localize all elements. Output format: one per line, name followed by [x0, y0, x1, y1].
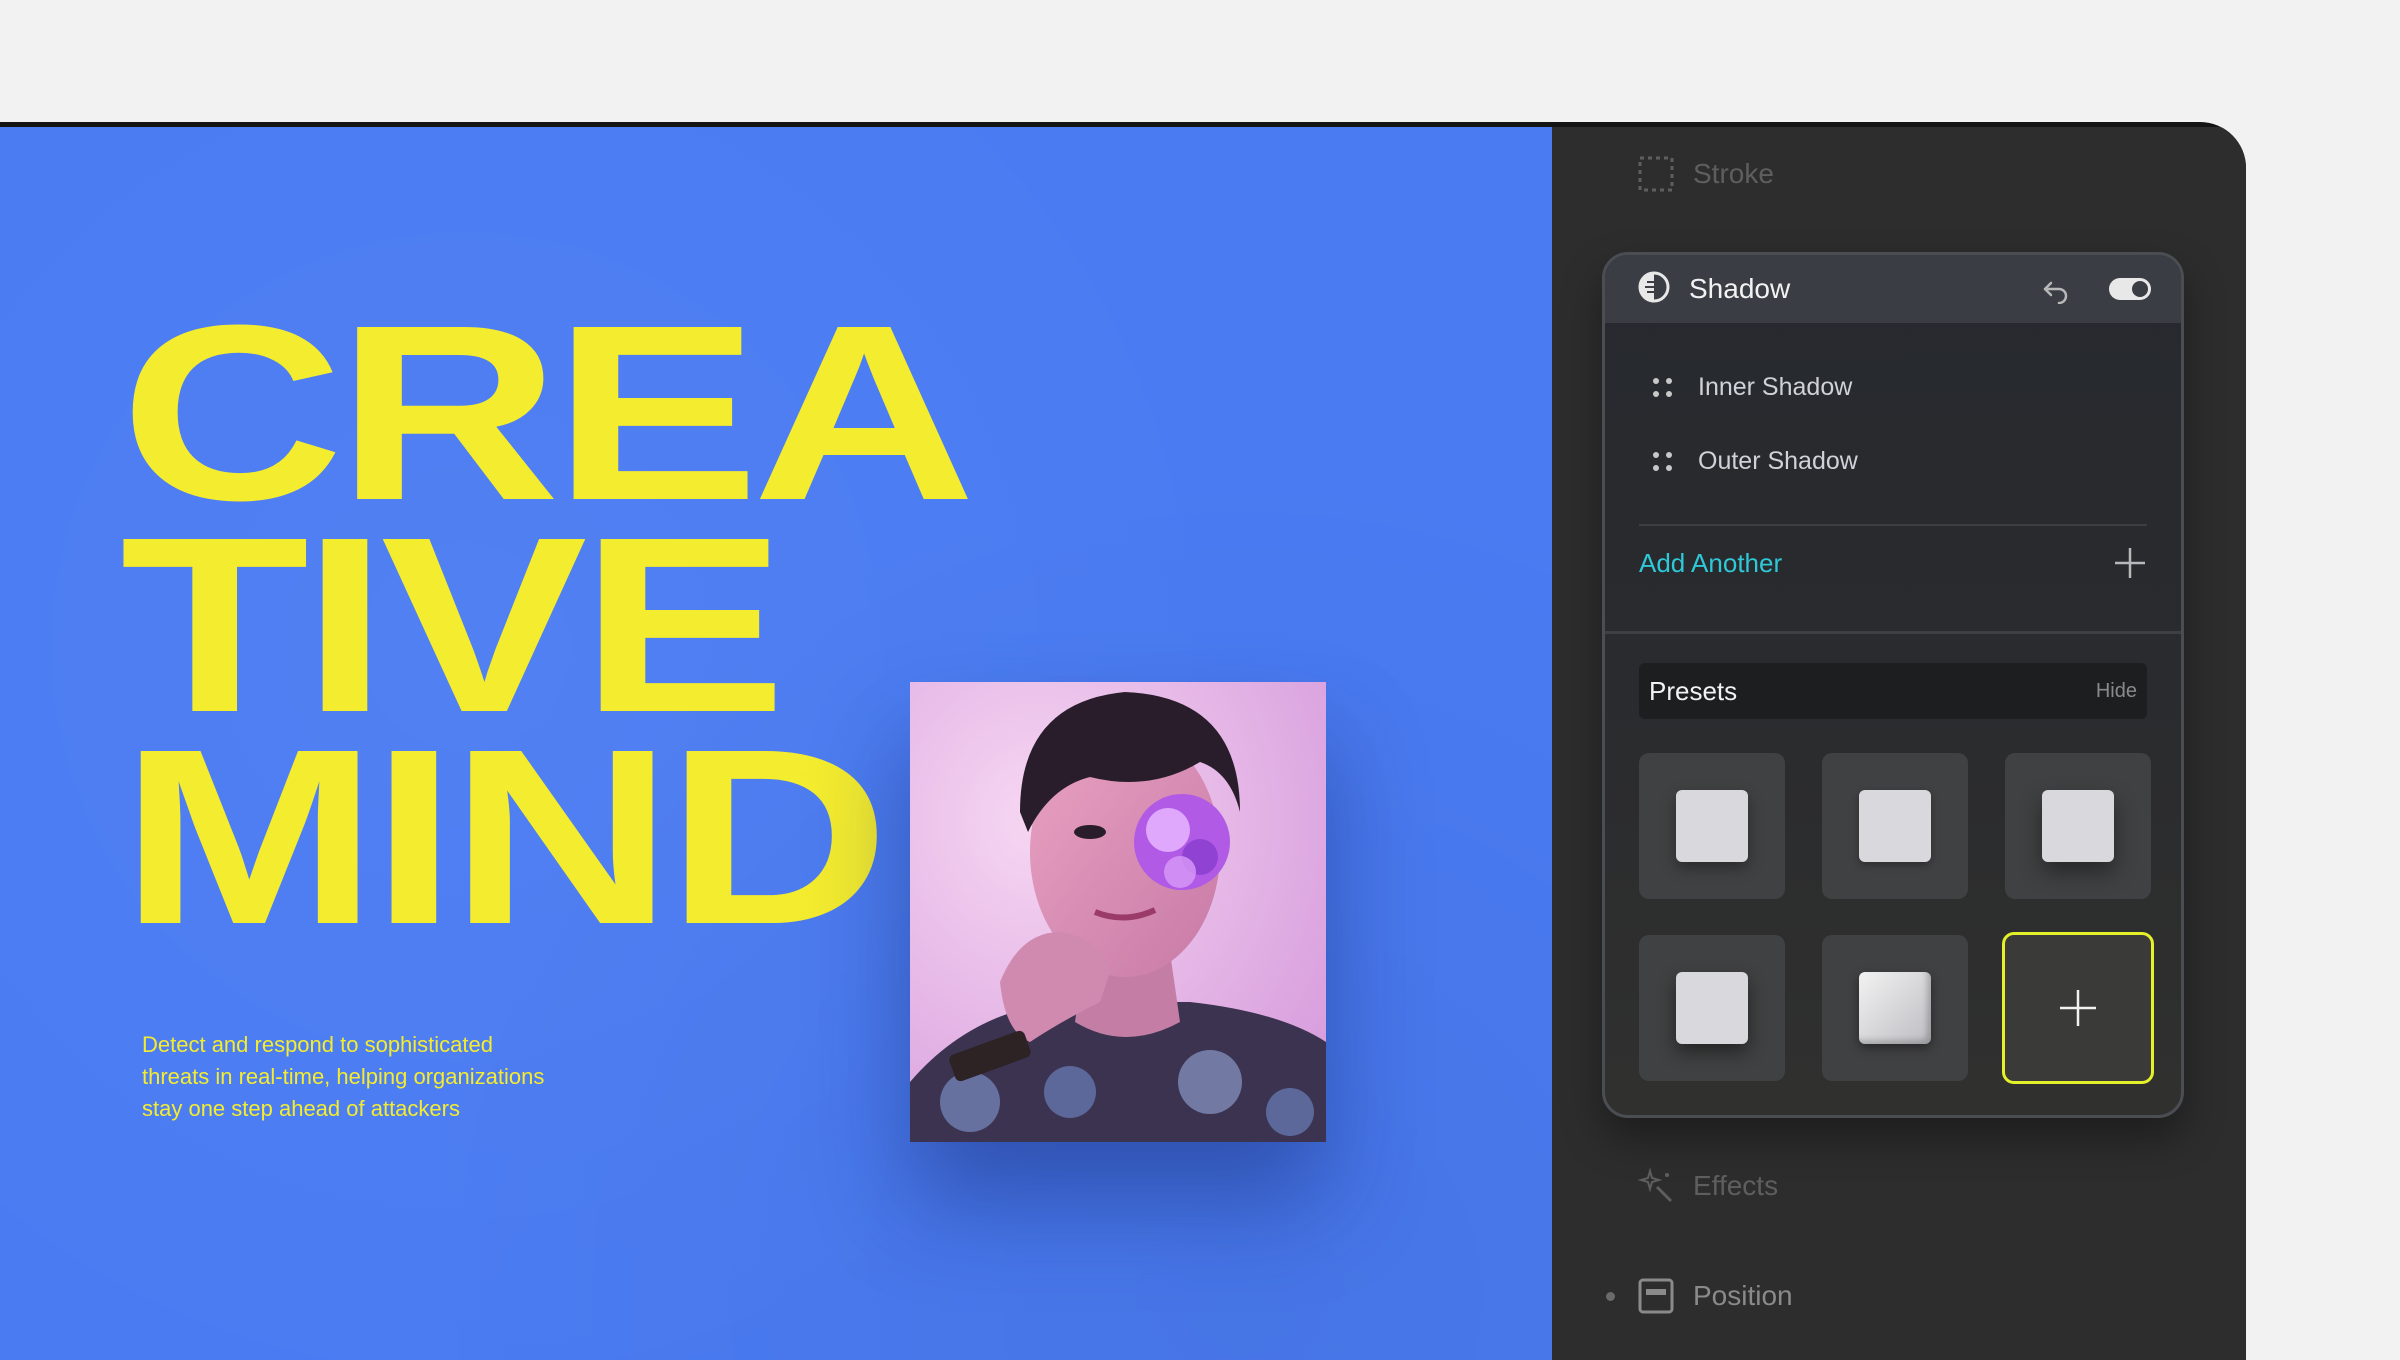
divider — [1639, 524, 2147, 526]
shadow-card-title: Shadow — [1689, 273, 1791, 304]
plus-icon[interactable] — [2113, 546, 2147, 580]
presets-hide-button[interactable]: Hide — [2096, 680, 2137, 703]
section-effects[interactable]: Effects — [1637, 1167, 1778, 1205]
sparkle-icon — [1637, 1167, 1675, 1205]
bullet-dot — [1606, 1291, 1615, 1301]
section-stroke-label: Stroke — [1693, 158, 1774, 189]
shadow-item-inner[interactable]: Inner Shadow — [1653, 373, 1852, 402]
shadow-item-label: Inner Shadow — [1698, 373, 1853, 401]
preset-swatch — [2042, 790, 2114, 862]
preset-swatch — [1676, 790, 1748, 862]
shadow-card: Shadow Inner Shadow Outer Shadow Add Ano… — [1602, 252, 2184, 1118]
drag-handle-icon[interactable] — [1653, 378, 1672, 397]
preset-tile-soft-large[interactable] — [2005, 753, 2151, 899]
shadow-icon — [1637, 270, 1671, 309]
shadow-card-header: Shadow — [1605, 255, 2181, 323]
shadow-toggle[interactable] — [2109, 278, 2151, 300]
undo-icon[interactable] — [2041, 274, 2071, 304]
tagline-text: Detect and respond to sophisticated thre… — [142, 1032, 545, 1121]
section-effects-label: Effects — [1693, 1170, 1779, 1201]
section-stroke[interactable]: Stroke — [1637, 155, 1774, 193]
preset-swatch — [1859, 972, 1931, 1044]
preset-tile-outer[interactable] — [1639, 935, 1785, 1081]
preset-tile-soft[interactable] — [1639, 753, 1785, 899]
shadow-item-label: Outer Shadow — [1698, 447, 1858, 475]
preset-tile-bevel[interactable] — [1822, 935, 1968, 1081]
add-shadow-row[interactable]: Add Another — [1639, 543, 2147, 583]
plus-icon — [2058, 988, 2098, 1028]
preset-swatch — [1676, 972, 1748, 1044]
portrait-photo[interactable] — [910, 682, 1326, 1142]
app-window: CREA TIVE MIND Detect and respond to sop… — [0, 122, 2246, 1360]
section-position[interactable]: Position — [1606, 1277, 1793, 1315]
design-canvas[interactable]: CREA TIVE MIND Detect and respond to sop… — [0, 127, 1552, 1360]
presets-title: Presets — [1649, 675, 1738, 706]
divider — [1605, 631, 2181, 634]
presets-header: Presets Hide — [1639, 663, 2147, 719]
portrait-illustration — [910, 682, 1326, 1142]
preset-swatch — [1859, 790, 1931, 862]
headline-text[interactable]: CREA TIVE MIND — [120, 288, 1608, 976]
position-icon — [1637, 1277, 1675, 1315]
drag-handle-icon[interactable] — [1653, 452, 1672, 471]
stroke-icon — [1637, 155, 1675, 193]
section-position-label: Position — [1693, 1280, 1793, 1311]
shadow-item-outer[interactable]: Outer Shadow — [1653, 447, 1858, 476]
add-preset-button[interactable] — [2002, 932, 2154, 1084]
headline-line-3: MIND — [120, 697, 890, 976]
properties-panel: Stroke Shadow Inner Shadow Outer Shadow … — [1552, 127, 2246, 1360]
preset-tile-soft-small[interactable] — [1822, 753, 1968, 899]
add-another-link[interactable]: Add Another — [1639, 548, 1782, 579]
